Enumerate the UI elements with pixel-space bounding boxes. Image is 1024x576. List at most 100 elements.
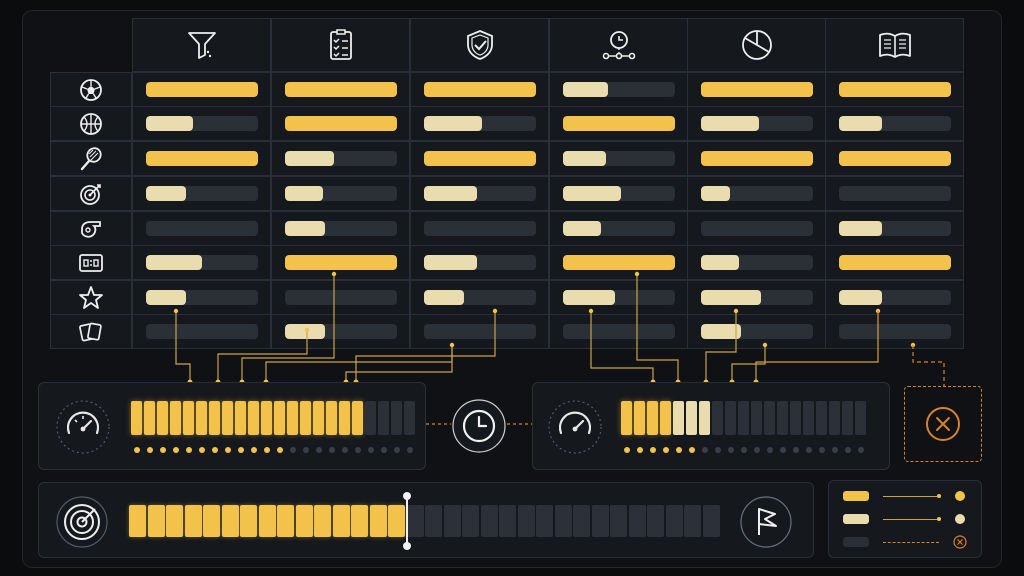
level-bar-fill xyxy=(701,255,740,270)
row-header-7[interactable] xyxy=(50,280,132,315)
matrix-cell[interactable] xyxy=(549,245,688,280)
matrix-cell[interactable] xyxy=(687,141,826,176)
row-header-6[interactable] xyxy=(50,245,132,280)
meter-dot xyxy=(277,447,283,453)
matrix-cell[interactable] xyxy=(271,106,410,141)
legend-dot xyxy=(955,491,965,501)
matrix-cell[interactable] xyxy=(549,141,688,176)
level-bar-fill xyxy=(563,82,608,97)
column-header-4[interactable] xyxy=(549,18,688,72)
row-header-3[interactable] xyxy=(50,141,132,176)
column-header-2[interactable] xyxy=(271,18,410,72)
matrix-cell[interactable] xyxy=(825,176,964,211)
matrix-cell[interactable] xyxy=(687,245,826,280)
matrix-cell[interactable] xyxy=(410,211,549,246)
legend-node xyxy=(937,517,941,521)
matrix-cell[interactable] xyxy=(410,314,549,349)
matrix-cell[interactable] xyxy=(132,245,271,280)
column-header-6[interactable] xyxy=(825,18,964,72)
matrix-cell[interactable] xyxy=(132,72,271,107)
meter-dot xyxy=(368,447,374,453)
meter-segment xyxy=(725,401,736,435)
column-header-3[interactable] xyxy=(410,18,549,72)
matrix-cell[interactable] xyxy=(687,176,826,211)
matrix-cell[interactable] xyxy=(271,211,410,246)
matrix-cell[interactable] xyxy=(410,72,549,107)
matrix-cell[interactable] xyxy=(132,106,271,141)
matrix-cell[interactable] xyxy=(549,176,688,211)
matrix-cell[interactable] xyxy=(825,141,964,176)
meter-segment xyxy=(261,401,272,435)
meter-dot xyxy=(741,447,747,453)
matrix-cell[interactable] xyxy=(132,176,271,211)
matrix-cell[interactable] xyxy=(687,106,826,141)
progress-segment xyxy=(462,505,479,537)
meter-dot xyxy=(147,447,153,453)
level-bar-fill xyxy=(424,82,536,97)
matrix-cell[interactable] xyxy=(825,211,964,246)
matrix-cell[interactable] xyxy=(410,280,549,315)
matrix-cell[interactable] xyxy=(825,245,964,280)
clock-icon[interactable] xyxy=(451,398,507,454)
matrix-cell[interactable] xyxy=(549,211,688,246)
matrix-cell[interactable] xyxy=(549,280,688,315)
row-header-1[interactable] xyxy=(50,72,132,107)
column-header-5[interactable] xyxy=(687,18,826,72)
matrix-cell[interactable] xyxy=(549,72,688,107)
error-node[interactable] xyxy=(904,386,982,462)
matrix-cell[interactable] xyxy=(549,314,688,349)
level-bar xyxy=(146,82,258,97)
matrix-cell[interactable] xyxy=(132,141,271,176)
level-bar xyxy=(285,221,397,236)
matrix-cell[interactable] xyxy=(410,106,549,141)
matrix-cell[interactable] xyxy=(271,176,410,211)
matrix-cell[interactable] xyxy=(549,106,688,141)
row-header-2[interactable] xyxy=(50,106,132,141)
level-bar xyxy=(701,255,813,270)
progress-marker[interactable] xyxy=(406,495,409,547)
progress-segment xyxy=(258,505,276,537)
progress-segment xyxy=(647,505,664,537)
shield-check-icon xyxy=(462,27,498,63)
level-bar xyxy=(701,116,813,131)
soccer-ball-icon xyxy=(78,77,104,103)
level-bar xyxy=(146,324,258,339)
matrix-cell[interactable] xyxy=(687,314,826,349)
matrix-cell[interactable] xyxy=(687,211,826,246)
level-bar-fill xyxy=(424,290,465,305)
row-header-8[interactable] xyxy=(50,314,132,349)
matrix-cell[interactable] xyxy=(271,141,410,176)
level-bar-fill xyxy=(839,116,882,131)
meter-segment xyxy=(816,401,827,435)
matrix-cell[interactable] xyxy=(271,314,410,349)
matrix-cell[interactable] xyxy=(271,245,410,280)
meter-dot xyxy=(394,447,400,453)
cards-icon xyxy=(78,319,104,345)
matrix-cell[interactable] xyxy=(410,141,549,176)
matrix-cell[interactable] xyxy=(132,314,271,349)
level-bar xyxy=(701,290,813,305)
row-header-5[interactable] xyxy=(50,211,132,246)
open-book-icon xyxy=(877,27,913,63)
matrix-cell[interactable] xyxy=(271,72,410,107)
level-bar-fill xyxy=(701,82,813,97)
matrix-cell[interactable] xyxy=(825,106,964,141)
column-header-1[interactable] xyxy=(132,18,271,72)
matrix-cell[interactable] xyxy=(825,280,964,315)
level-bar-fill xyxy=(839,221,882,236)
matrix-cell[interactable] xyxy=(825,72,964,107)
matrix-cell[interactable] xyxy=(132,211,271,246)
matrix-cell[interactable] xyxy=(132,280,271,315)
level-bar xyxy=(285,290,397,305)
matrix-cell[interactable] xyxy=(271,280,410,315)
meter-segment xyxy=(352,401,363,435)
row-header-4[interactable] xyxy=(50,176,132,211)
level-bar xyxy=(839,324,951,339)
matrix-cell[interactable] xyxy=(825,314,964,349)
matrix-cell[interactable] xyxy=(687,280,826,315)
matrix-cell[interactable] xyxy=(687,72,826,107)
matrix-cell[interactable] xyxy=(410,245,549,280)
matrix-cell[interactable] xyxy=(410,176,549,211)
meter-segment xyxy=(170,401,181,435)
flag-icon[interactable] xyxy=(739,495,793,549)
